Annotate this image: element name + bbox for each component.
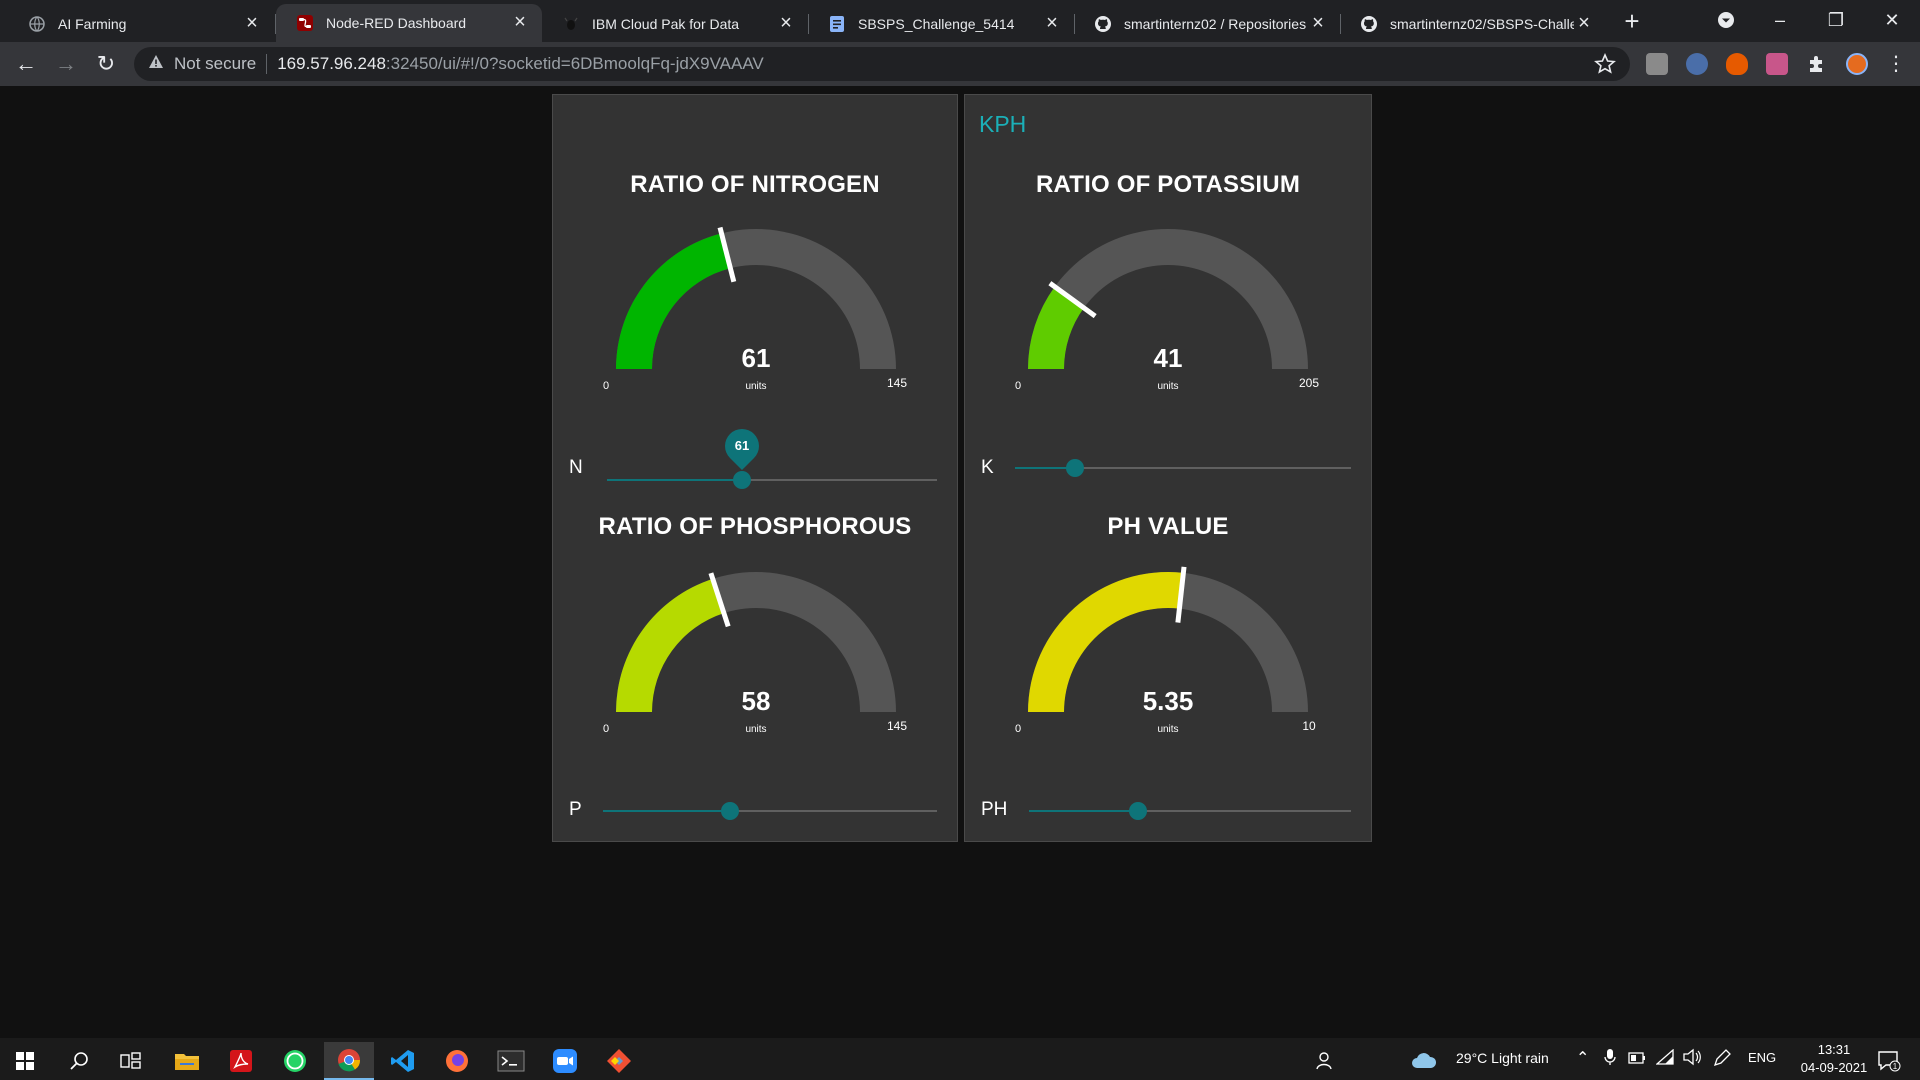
language-indicator[interactable]: ENG bbox=[1748, 1050, 1776, 1065]
firefox-icon[interactable] bbox=[432, 1042, 482, 1080]
gauge-value: 5.35 bbox=[1143, 686, 1194, 716]
people-icon[interactable] bbox=[1300, 1042, 1350, 1080]
tab-title: SBSPS_Challenge_5414 bbox=[858, 16, 1015, 32]
security-label[interactable]: Not secure bbox=[174, 54, 256, 74]
tab-ibm-cloud-pak[interactable]: IBM Cloud Pak for Data × bbox=[542, 6, 808, 42]
chrome-icon[interactable] bbox=[324, 1042, 374, 1080]
gauge-value: 58 bbox=[742, 686, 771, 716]
slider-label-ph: PH bbox=[981, 799, 1008, 820]
puzzle-icon[interactable] bbox=[1806, 53, 1828, 75]
forward-button[interactable]: → bbox=[50, 48, 82, 80]
slider-p[interactable] bbox=[603, 802, 937, 820]
node-red-icon bbox=[296, 14, 314, 32]
clock-time[interactable]: 13:31 bbox=[1806, 1042, 1862, 1057]
browser-toolbar: ← → ↻ Not secure 169.57.96.248:32450/ui/… bbox=[0, 42, 1920, 86]
tab-title: AI Farming bbox=[58, 16, 127, 32]
notification-count: 1 bbox=[1893, 1062, 1898, 1071]
pen-icon[interactable] bbox=[1712, 1048, 1732, 1071]
document-icon bbox=[828, 15, 846, 33]
avatar[interactable] bbox=[1846, 53, 1868, 75]
slider-ph[interactable] bbox=[1029, 802, 1351, 820]
volume-icon[interactable] bbox=[1682, 1048, 1702, 1069]
close-tab-icon[interactable]: × bbox=[776, 13, 796, 34]
search-icon[interactable] bbox=[54, 1042, 104, 1080]
minimize-button[interactable]: – bbox=[1752, 0, 1808, 42]
acrobat-icon[interactable] bbox=[216, 1042, 266, 1080]
url-host[interactable]: 169.57.96.248 bbox=[277, 54, 386, 74]
extension-icon[interactable] bbox=[1686, 53, 1708, 75]
gauge-max-label: 145 bbox=[887, 719, 907, 733]
tab-ai-farming[interactable]: AI Farming × bbox=[8, 6, 274, 42]
browser-tab-strip: AI Farming × Node-RED Dashboard × IBM Cl… bbox=[0, 0, 1920, 42]
gauge-units: units bbox=[745, 724, 766, 735]
gauge-ph: 5.35 units 0 10 bbox=[1015, 566, 1316, 735]
tab-sbsps-challenge[interactable]: SBSPS_Challenge_5414 × bbox=[808, 6, 1074, 42]
group-card-kph: KPH RATIO OF POTASSIUM 41 units 0 205 K PH … bbox=[964, 94, 1372, 842]
close-tab-icon[interactable]: × bbox=[510, 12, 530, 33]
weather-cloud-icon[interactable] bbox=[1408, 1042, 1440, 1080]
tab-search-button[interactable] bbox=[1698, 0, 1754, 42]
microphone-icon[interactable] bbox=[1604, 1048, 1616, 1069]
gauge-phosphorous: 58 units 0 145 bbox=[603, 572, 907, 735]
group-card-left: RATIO OF NITROGEN 61 units 0 145 N 61 RATIO… bbox=[552, 94, 958, 842]
new-tab-button[interactable]: + bbox=[1618, 8, 1646, 36]
back-button[interactable]: ← bbox=[10, 48, 42, 80]
menu-kebab-icon[interactable]: ⋮ bbox=[1880, 48, 1912, 80]
bookmark-star-icon[interactable] bbox=[1594, 52, 1616, 75]
gauge-min-label: 0 bbox=[1015, 723, 1021, 735]
tab-github-sbsps[interactable]: smartinternz02/SBSPS-Challenge × bbox=[1340, 6, 1606, 42]
reload-button[interactable]: ↻ bbox=[90, 48, 122, 80]
file-explorer-icon[interactable] bbox=[162, 1042, 212, 1080]
github-icon bbox=[1360, 15, 1378, 33]
wifi-icon[interactable] bbox=[1655, 1048, 1674, 1068]
close-tab-icon[interactable]: × bbox=[242, 13, 262, 34]
close-window-button[interactable]: ✕ bbox=[1864, 0, 1920, 42]
url-path[interactable]: :32450/ui/#!/0?socketid=6DBmoolqFq-jdX9V… bbox=[386, 54, 764, 74]
slider-thumb[interactable] bbox=[720, 802, 739, 820]
extension-icon[interactable] bbox=[1766, 53, 1788, 75]
restore-button[interactable]: ❐ bbox=[1808, 0, 1864, 42]
ibm-bee-icon bbox=[562, 15, 580, 33]
tab-title: smartinternz02/SBSPS-Challenge bbox=[1390, 16, 1574, 32]
battery-icon[interactable] bbox=[1628, 1051, 1646, 1067]
globe-icon bbox=[28, 15, 46, 33]
close-tab-icon[interactable]: × bbox=[1042, 13, 1062, 34]
extension-icon[interactable] bbox=[1646, 53, 1668, 75]
terminal-icon[interactable] bbox=[486, 1042, 536, 1080]
extension-icon[interactable] bbox=[1726, 53, 1748, 75]
weather-text[interactable]: 29°C Light rain bbox=[1456, 1050, 1549, 1066]
gauge-value-arc bbox=[616, 578, 724, 712]
git-app-icon[interactable] bbox=[594, 1042, 644, 1080]
task-view-icon[interactable] bbox=[106, 1042, 156, 1080]
tab-node-red-dashboard[interactable]: Node-RED Dashboard × bbox=[276, 4, 542, 42]
notification-icon[interactable]: 1 bbox=[1864, 1042, 1914, 1080]
gauge-max-label: 10 bbox=[1302, 719, 1316, 733]
tab-title: Node-RED Dashboard bbox=[326, 15, 467, 31]
address-bar[interactable]: Not secure 169.57.96.248:32450/ui/#!/0?s… bbox=[134, 47, 1630, 81]
vscode-icon[interactable] bbox=[378, 1042, 428, 1080]
slider-fill bbox=[603, 810, 730, 812]
zoom-icon[interactable] bbox=[540, 1042, 590, 1080]
whatsapp-icon[interactable] bbox=[270, 1042, 320, 1080]
slider-fill bbox=[1029, 810, 1139, 812]
tab-title: smartinternz02 / Repositories bbox=[1124, 16, 1307, 32]
chevron-up-icon[interactable]: ⌃ bbox=[1576, 1048, 1589, 1068]
tab-title: IBM Cloud Pak for Data bbox=[592, 16, 740, 32]
close-tab-icon[interactable]: × bbox=[1574, 13, 1594, 34]
windows-start-icon[interactable] bbox=[0, 1042, 50, 1080]
omnibox-divider bbox=[266, 54, 268, 74]
windows-taskbar: 29°C Light rain ⌃ ENG 13:31 04-09-2021 1 bbox=[0, 1038, 1920, 1080]
warning-icon[interactable] bbox=[148, 54, 166, 75]
close-tab-icon[interactable]: × bbox=[1308, 13, 1328, 34]
github-icon bbox=[1094, 15, 1112, 33]
gauge-min-label: 0 bbox=[603, 723, 609, 735]
slider-thumb[interactable] bbox=[1129, 802, 1148, 820]
gauge-units: units bbox=[1157, 724, 1178, 735]
tab-github-repositories[interactable]: smartinternz02 / Repositories × bbox=[1074, 6, 1340, 42]
slider-label-p: P bbox=[569, 799, 582, 820]
